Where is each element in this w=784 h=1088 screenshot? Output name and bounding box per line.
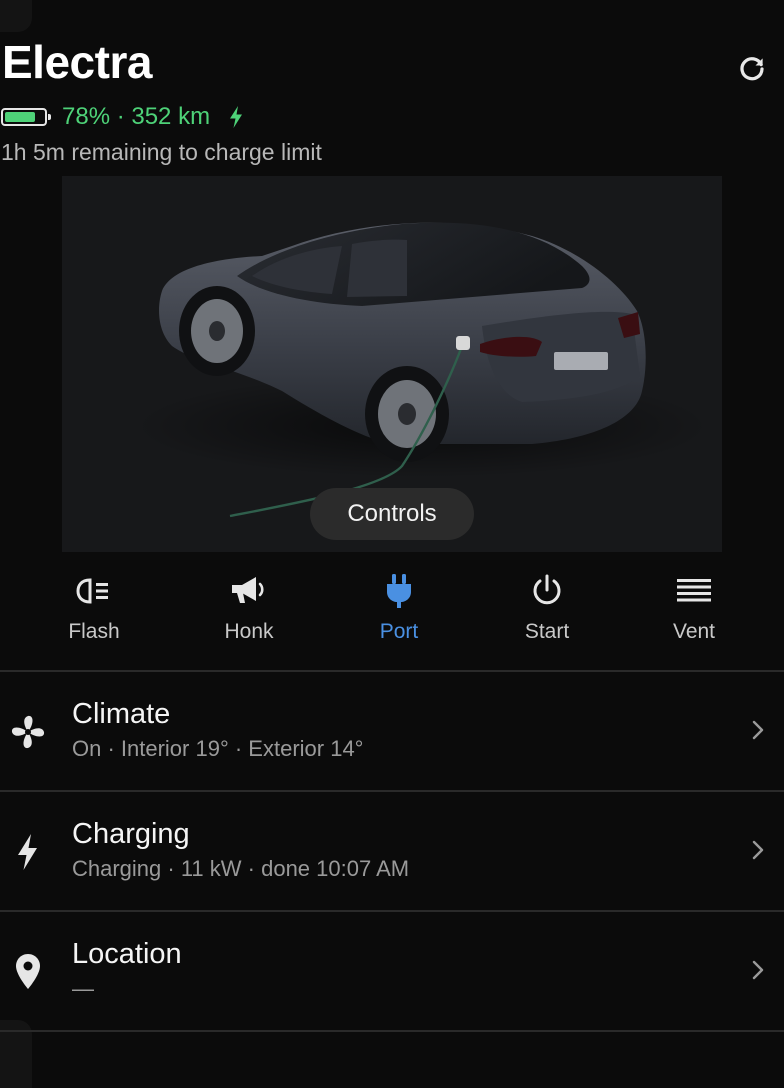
vent-icon	[676, 570, 712, 612]
flash-button[interactable]: Flash	[44, 570, 144, 650]
charging-subtitle: Charging · 11 kW · done 10:07 AM	[72, 856, 410, 881]
chevron-right-icon	[752, 960, 764, 980]
vehicle-name: Electra	[2, 36, 152, 88]
start-button[interactable]: Start	[497, 570, 597, 650]
charging-title: Charging	[72, 818, 190, 850]
charging-bolt-icon	[228, 105, 244, 129]
battery-icon	[1, 108, 51, 126]
charging-row[interactable]: Charging Charging · 11 kW · done 10:07 A…	[0, 792, 784, 910]
bolt-icon	[8, 832, 48, 872]
window-corner	[0, 0, 32, 32]
vent-label: Vent	[672, 620, 716, 643]
honk-label: Honk	[224, 620, 274, 643]
climate-title: Climate	[72, 698, 171, 730]
divider	[0, 1030, 784, 1032]
battery-level-fill	[5, 112, 35, 122]
flash-label: Flash	[68, 620, 120, 643]
honk-button[interactable]: Honk	[199, 570, 299, 650]
location-title: Location	[72, 938, 182, 970]
port-label: Port	[379, 620, 419, 643]
controls-button[interactable]: Controls	[310, 488, 474, 540]
climate-row[interactable]: Climate On · Interior 19° · Exterior 14°	[0, 672, 784, 790]
power-icon	[530, 570, 564, 612]
vent-button[interactable]: Vent	[644, 570, 744, 650]
refresh-icon	[740, 57, 764, 81]
car-image-panel: Controls	[62, 176, 722, 552]
charge-time-remaining: 1h 5m remaining to charge limit	[1, 139, 322, 165]
start-label: Start	[524, 620, 570, 643]
fan-icon	[8, 712, 48, 752]
port-button[interactable]: Port	[349, 570, 449, 650]
climate-subtitle: On · Interior 19° · Exterior 14°	[72, 736, 364, 761]
location-pin-icon	[8, 952, 48, 992]
chevron-right-icon	[752, 720, 764, 740]
chevron-right-icon	[752, 840, 764, 860]
battery-status: 78% · 352 km	[1, 100, 244, 134]
location-row[interactable]: Location —	[0, 912, 784, 1030]
refresh-button[interactable]	[735, 52, 769, 86]
quick-actions-bar: Flash Honk Port Start Vent	[0, 570, 784, 650]
plug-icon	[385, 570, 413, 612]
horn-icon	[230, 570, 268, 612]
headlight-icon	[76, 570, 112, 612]
app-screen: Electra 78% · 352 km 1h 5m remaining to …	[0, 0, 784, 1088]
location-subtitle: —	[72, 976, 94, 1001]
battery-range-text: 78% · 352 km	[62, 103, 211, 130]
